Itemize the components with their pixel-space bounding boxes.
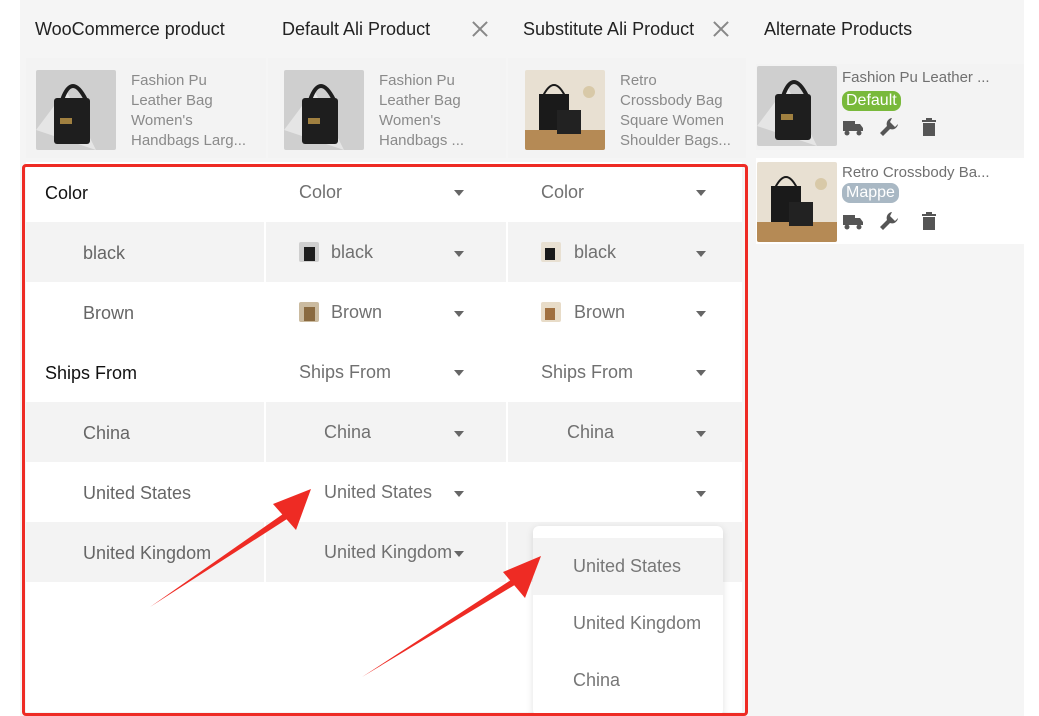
product-thumbnail [757, 66, 837, 146]
product-thumbnail [757, 162, 837, 242]
status-badge: Default [842, 91, 901, 111]
wrench-icon[interactable] [878, 210, 900, 232]
trash-icon[interactable] [918, 210, 940, 232]
arrow-icon [150, 489, 311, 607]
truck-icon[interactable] [842, 210, 864, 232]
alternate-title: Fashion Pu Leather ... [842, 69, 990, 86]
alternate-title: Retro Crossbody Ba... [842, 164, 990, 181]
truck-icon[interactable] [842, 116, 864, 138]
status-badge: Mappe [842, 183, 899, 203]
alternate-product-card[interactable]: Fashion Pu Leather ... Default [756, 64, 1024, 150]
alternate-product-card[interactable]: Retro Crossbody Ba... Mappe [756, 158, 1024, 244]
wrench-icon[interactable] [878, 116, 900, 138]
arrow-icon [362, 556, 541, 677]
trash-icon[interactable] [918, 116, 940, 138]
